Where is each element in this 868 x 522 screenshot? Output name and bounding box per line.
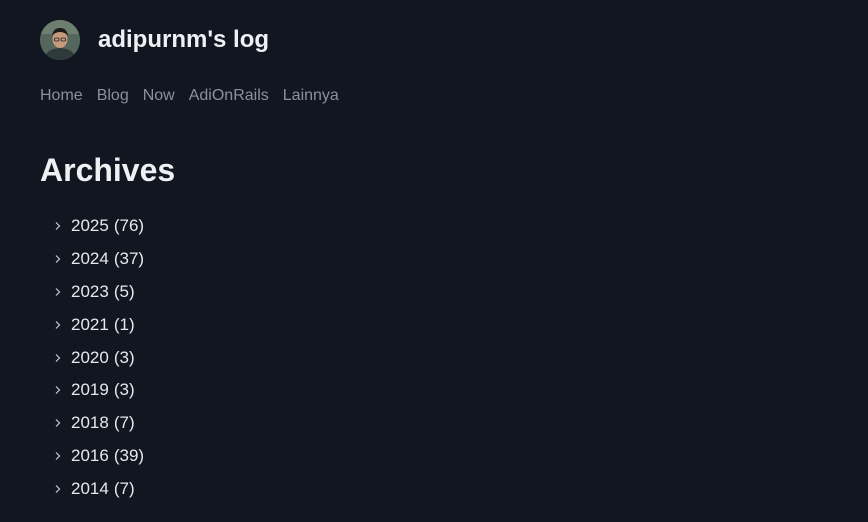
archive-year-2014[interactable]: 2014 (7) [52,472,144,505]
archive-year-label: 2023 [71,281,109,301]
archive-year-label: 2025 [71,216,109,236]
archive-year-2020[interactable]: 2020 (3) [52,341,144,374]
archive-year-label: 2016 [71,445,109,465]
archive-count: (7) [113,413,135,433]
nav-now[interactable]: Now [143,85,175,107]
page-title: Archives [40,152,176,188]
archive-year-2025[interactable]: 2025 (76) [52,210,144,243]
archive-count: (39) [113,445,145,465]
site-title[interactable]: adipurnm's log [98,20,269,60]
chevron-right-icon [52,417,64,429]
nav-adionrails[interactable]: AdiOnRails [189,85,269,107]
archive-count: (5) [113,281,135,301]
archive-count: (76) [113,216,145,236]
archive-year-2021[interactable]: 2021 (1) [52,308,144,341]
archive-year-2024[interactable]: 2024 (37) [52,243,144,276]
archive-count: (7) [113,478,135,498]
nav-lainnya[interactable]: Lainnya [283,85,339,107]
chevron-right-icon [52,352,64,364]
chevron-right-icon [52,450,64,462]
archive-year-label: 2020 [71,347,109,367]
main-nav: Home Blog Now AdiOnRails Lainnya [40,85,339,107]
nav-blog[interactable]: Blog [97,85,129,107]
avatar[interactable] [40,20,80,60]
archive-year-label: 2014 [71,478,109,498]
chevron-right-icon [52,384,64,396]
archive-year-2016[interactable]: 2016 (39) [52,440,144,473]
chevron-right-icon [52,483,64,495]
archive-count: (3) [113,380,135,400]
site-header: adipurnm's log [40,20,269,60]
archive-count: (1) [113,314,135,334]
archive-year-2019[interactable]: 2019 (3) [52,374,144,407]
archive-count: (37) [113,249,145,269]
archive-list: 2025 (76) 2024 (37) 2023 (5) 2021 (1) 20… [52,210,144,505]
avatar-image [40,20,80,60]
page: adipurnm's log Home Blog Now AdiOnRails … [0,0,868,522]
chevron-right-icon [52,220,64,232]
chevron-right-icon [52,319,64,331]
archive-year-label: 2018 [71,413,109,433]
chevron-right-icon [52,286,64,298]
nav-home[interactable]: Home [40,85,83,107]
archive-year-label: 2021 [71,314,109,334]
archive-year-label: 2024 [71,249,109,269]
chevron-right-icon [52,253,64,265]
archive-year-2018[interactable]: 2018 (7) [52,407,144,440]
archive-count: (3) [113,347,135,367]
archive-year-2023[interactable]: 2023 (5) [52,276,144,309]
archive-year-label: 2019 [71,380,109,400]
